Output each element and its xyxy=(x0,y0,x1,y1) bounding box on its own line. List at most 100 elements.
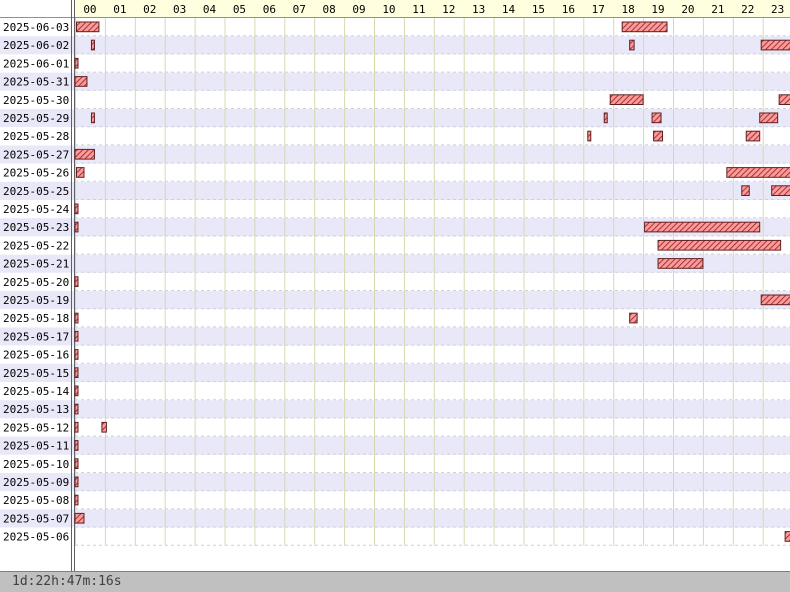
activity-bar xyxy=(651,112,662,124)
activity-bar xyxy=(760,294,790,306)
activity-bar xyxy=(74,349,79,360)
date-label: 2025-05-30 xyxy=(3,94,69,107)
date-label: 2025-05-16 xyxy=(3,349,69,362)
date-label: 2025-05-21 xyxy=(3,258,69,271)
date-label: 2025-05-26 xyxy=(3,167,69,180)
row-band xyxy=(0,163,790,182)
row-band xyxy=(0,109,790,128)
activity-bar xyxy=(771,185,790,197)
date-label: 2025-05-18 xyxy=(3,312,69,325)
activity-bar xyxy=(629,39,635,51)
activity-bar xyxy=(90,112,95,124)
hour-label: 19 xyxy=(651,3,664,16)
activity-bar xyxy=(587,130,592,142)
activity-bar xyxy=(726,167,790,178)
row-band xyxy=(0,418,790,437)
date-label: 2025-05-22 xyxy=(3,239,69,252)
date-label: 2025-05-20 xyxy=(3,276,69,289)
date-label: 2025-06-03 xyxy=(3,21,69,34)
row-band xyxy=(0,345,790,364)
row-band xyxy=(0,473,790,492)
date-label: 2025-05-10 xyxy=(3,458,69,471)
activity-bar xyxy=(75,21,100,33)
activity-bar xyxy=(74,76,88,87)
hour-label: 11 xyxy=(412,3,425,16)
row-band xyxy=(0,382,790,401)
activity-bar xyxy=(74,512,85,524)
hour-label: 21 xyxy=(711,3,724,16)
date-label: 2025-05-25 xyxy=(3,185,69,198)
activity-bar xyxy=(629,312,638,324)
activity-bar xyxy=(657,258,704,269)
hour-label: 18 xyxy=(622,3,635,16)
row-band xyxy=(0,272,790,291)
hour-label: 20 xyxy=(681,3,694,16)
row-band xyxy=(0,200,790,219)
date-label: 2025-05-31 xyxy=(3,76,69,89)
hour-label: 22 xyxy=(741,3,754,16)
hour-label: 08 xyxy=(323,3,336,16)
date-label: 2025-05-12 xyxy=(3,421,69,434)
activity-bar xyxy=(778,94,790,106)
row-band xyxy=(0,400,790,419)
date-label: 2025-05-08 xyxy=(3,494,69,507)
hour-label: 23 xyxy=(771,3,784,16)
activity-bar xyxy=(741,185,750,197)
date-label: 2025-05-13 xyxy=(3,403,69,416)
activity-bar xyxy=(74,203,79,215)
date-label: 2025-05-29 xyxy=(3,112,69,125)
activity-bar xyxy=(784,531,790,542)
activity-chart: 00 01 02 03 04 05 06 07 08 09 10 11 12 13 14 15 16 17 18 19… xyxy=(0,0,790,571)
hour-label: 03 xyxy=(173,3,186,16)
row-band xyxy=(0,491,790,510)
activity-bar xyxy=(74,421,79,433)
hour-label: 17 xyxy=(592,3,605,16)
row-band xyxy=(0,454,790,473)
activity-bar xyxy=(90,39,95,51)
activity-bar xyxy=(621,21,668,33)
activity-bar xyxy=(74,440,79,451)
activity-bar xyxy=(653,130,664,142)
date-label: 2025-05-06 xyxy=(3,531,69,544)
row-band xyxy=(0,18,790,37)
date-label: 2025-05-15 xyxy=(3,367,69,380)
date-label: 2025-05-11 xyxy=(3,440,69,453)
activity-bar xyxy=(74,458,79,469)
hour-label: 13 xyxy=(472,3,485,16)
activity-bar xyxy=(74,367,79,378)
hour-label: 16 xyxy=(562,3,575,16)
hour-label: 14 xyxy=(502,3,516,16)
date-label: 2025-05-17 xyxy=(3,330,69,343)
activity-bar xyxy=(745,130,761,142)
row-band xyxy=(0,127,790,146)
activity-bar xyxy=(74,148,95,160)
date-label: 2025-05-24 xyxy=(3,203,70,216)
status-footer: 1d:22h:47m:16s xyxy=(0,571,790,592)
hour-label: 05 xyxy=(233,3,246,16)
activity-bar xyxy=(657,239,782,251)
hour-label: 01 xyxy=(113,3,126,16)
row-band xyxy=(0,145,790,164)
row-band xyxy=(0,90,790,109)
hour-label: 07 xyxy=(293,3,306,16)
activity-bar xyxy=(101,421,107,433)
date-label: 2025-06-01 xyxy=(3,57,69,70)
row-band xyxy=(0,54,790,73)
activity-bar xyxy=(644,221,761,233)
hour-label: 02 xyxy=(143,3,156,16)
hour-label: 12 xyxy=(442,3,455,16)
activity-bar xyxy=(603,112,608,124)
hour-label: 00 xyxy=(83,3,96,16)
activity-bar xyxy=(75,167,85,178)
activity-bar xyxy=(74,221,79,233)
row-band xyxy=(0,363,790,382)
activity-bar xyxy=(74,276,79,287)
activity-bar xyxy=(760,39,790,51)
hour-label: 15 xyxy=(532,3,545,16)
activity-bar xyxy=(74,476,79,488)
activity-bar xyxy=(74,385,79,397)
date-label: 2025-05-19 xyxy=(3,294,69,307)
date-label: 2025-05-09 xyxy=(3,476,69,489)
date-label: 2025-05-07 xyxy=(3,512,69,525)
row-band xyxy=(0,181,790,200)
